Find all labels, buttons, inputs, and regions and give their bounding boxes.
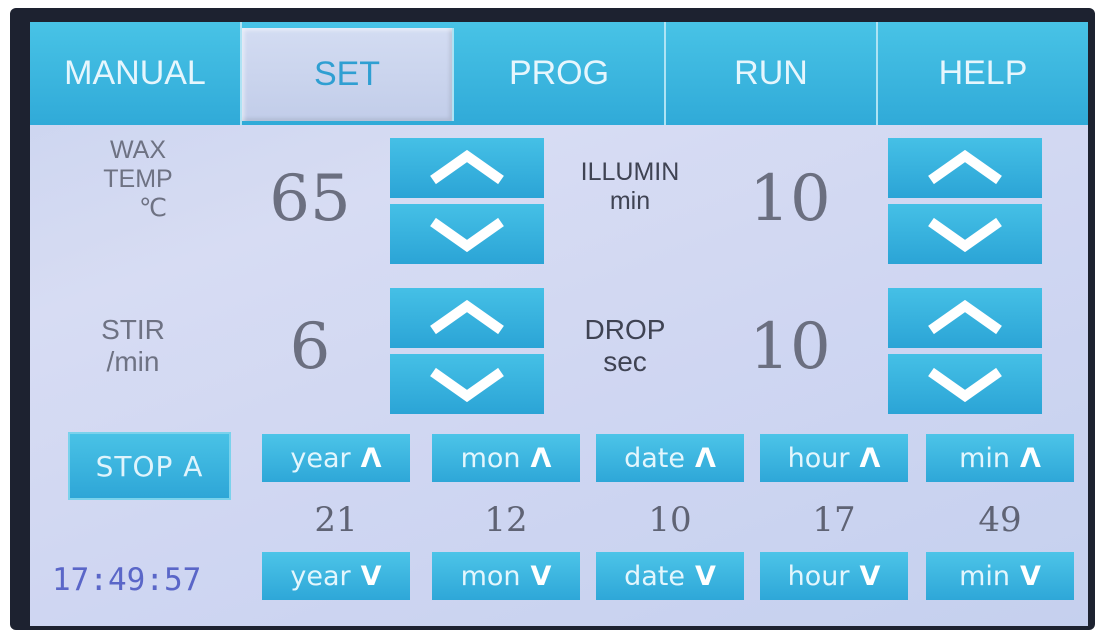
chevron-up-icon bbox=[430, 300, 504, 335]
tab-prog[interactable]: PROG bbox=[454, 22, 666, 125]
tab-manual[interactable]: MANUAL bbox=[30, 22, 242, 125]
stir-up-button[interactable] bbox=[390, 288, 544, 348]
caret-up-icon: Λ bbox=[360, 442, 382, 474]
date-up-label: date bbox=[624, 442, 685, 474]
caret-down-icon: V bbox=[530, 560, 552, 592]
illumin-down-button[interactable] bbox=[888, 204, 1042, 264]
min-up-button[interactable]: min Λ bbox=[926, 434, 1074, 482]
chevron-up-icon bbox=[928, 300, 1002, 335]
mon-down-button[interactable]: mon V bbox=[432, 552, 580, 600]
illumin-label-line1: ILLUMIN bbox=[580, 158, 680, 186]
drop-up-button[interactable] bbox=[888, 288, 1042, 348]
year-down-label: year bbox=[290, 560, 351, 592]
stir-value: 6 bbox=[289, 310, 331, 384]
chevron-down-icon bbox=[430, 367, 504, 402]
touch-screen: MANUAL SET PROG RUN HELP WAX TEMP ℃ 65 I… bbox=[30, 22, 1088, 626]
caret-up-icon: Λ bbox=[530, 442, 552, 474]
year-up-button[interactable]: year Λ bbox=[262, 434, 410, 482]
illumin-label-line2: min bbox=[609, 186, 651, 215]
wax-temp-down-button[interactable] bbox=[390, 204, 544, 264]
chevron-up-icon bbox=[928, 150, 1002, 185]
caret-down-icon: V bbox=[859, 560, 881, 592]
date-value: 10 bbox=[648, 500, 692, 540]
chevron-down-icon bbox=[430, 217, 504, 252]
drop-label-line1: DROP bbox=[584, 314, 666, 345]
year-value: 21 bbox=[314, 500, 358, 540]
stir-down-button[interactable] bbox=[390, 354, 544, 414]
wax-temp-up-button[interactable] bbox=[390, 138, 544, 198]
stir-label: STIR /min bbox=[78, 314, 188, 378]
hour-down-button[interactable]: hour V bbox=[760, 552, 908, 600]
wax-temp-unit: ℃ bbox=[138, 193, 168, 222]
drop-down-button[interactable] bbox=[888, 354, 1042, 414]
caret-up-icon: Λ bbox=[859, 442, 881, 474]
drop-value: 10 bbox=[749, 310, 831, 384]
mon-up-label: mon bbox=[460, 442, 521, 474]
tab-bar: MANUAL SET PROG RUN HELP bbox=[30, 22, 1088, 125]
caret-up-icon: Λ bbox=[694, 442, 716, 474]
date-down-label: date bbox=[624, 560, 685, 592]
tab-set[interactable]: SET bbox=[242, 28, 454, 121]
hour-down-label: hour bbox=[787, 560, 850, 592]
caret-down-icon: V bbox=[1020, 560, 1041, 592]
illumin-value: 10 bbox=[749, 162, 831, 236]
drop-label: DROP sec bbox=[570, 314, 680, 378]
min-up-label: min bbox=[959, 442, 1010, 474]
tab-help[interactable]: HELP bbox=[878, 22, 1088, 125]
wax-temp-value: 65 bbox=[269, 162, 351, 236]
date-up-button[interactable]: date Λ bbox=[596, 434, 744, 482]
clock-display: 17:49:57 bbox=[52, 562, 202, 598]
stop-a-button[interactable]: STOP A bbox=[68, 432, 231, 500]
chevron-down-icon bbox=[928, 367, 1002, 402]
chevron-down-icon bbox=[928, 217, 1002, 252]
tab-run[interactable]: RUN bbox=[666, 22, 878, 125]
wax-temp-label: WAX TEMP ℃ bbox=[78, 136, 198, 222]
min-down-label: min bbox=[959, 560, 1010, 592]
caret-down-icon: V bbox=[360, 560, 382, 592]
mon-value: 12 bbox=[484, 500, 528, 540]
hour-value: 17 bbox=[812, 500, 856, 540]
stir-label-line1: STIR bbox=[101, 314, 165, 345]
min-down-button[interactable]: min V bbox=[926, 552, 1074, 600]
caret-down-icon: V bbox=[694, 560, 716, 592]
caret-up-icon: Λ bbox=[1020, 442, 1041, 474]
illumin-label: ILLUMIN min bbox=[560, 158, 700, 216]
stir-label-line2: /min bbox=[106, 346, 160, 378]
year-up-label: year bbox=[290, 442, 351, 474]
mon-down-label: mon bbox=[460, 560, 521, 592]
year-down-button[interactable]: year V bbox=[262, 552, 410, 600]
drop-label-line2: sec bbox=[603, 346, 647, 378]
mon-up-button[interactable]: mon Λ bbox=[432, 434, 580, 482]
wax-temp-label-line1: WAX bbox=[109, 136, 167, 164]
min-value: 49 bbox=[978, 500, 1022, 540]
hour-up-label: hour bbox=[787, 442, 850, 474]
chevron-up-icon bbox=[430, 150, 504, 185]
hour-up-button[interactable]: hour Λ bbox=[760, 434, 908, 482]
illumin-up-button[interactable] bbox=[888, 138, 1042, 198]
date-down-button[interactable]: date V bbox=[596, 552, 744, 600]
wax-temp-label-line2: TEMP bbox=[103, 164, 173, 193]
